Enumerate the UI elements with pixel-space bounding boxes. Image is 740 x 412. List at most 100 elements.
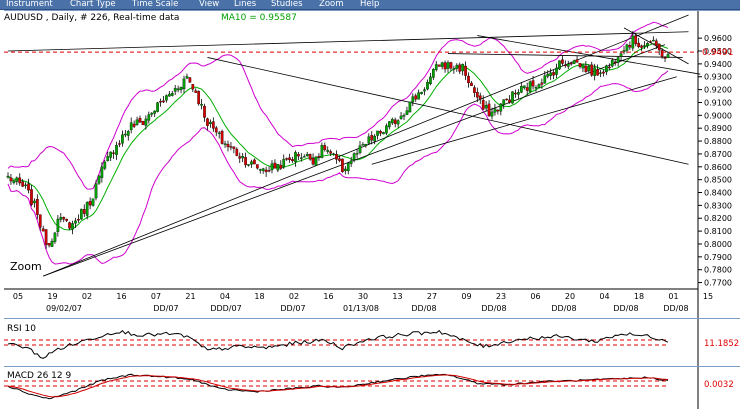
candle-body: [200, 104, 203, 106]
y-tick-label: 0.7800: [704, 266, 732, 275]
candle-body: [517, 92, 520, 95]
candle-body: [522, 85, 526, 89]
macd-chart[interactable]: MACD 26 12 9 0.0032: [4, 367, 740, 409]
menu-lines[interactable]: Lines: [234, 0, 256, 9]
candle-body: [569, 62, 573, 65]
x-day-label: 13: [392, 292, 402, 301]
candle-body: [634, 35, 638, 45]
x-month-label: DD/08: [481, 304, 506, 313]
candle-body: [24, 184, 27, 187]
rsi-chart[interactable]: RSI 10 11.1852: [4, 319, 740, 366]
candle-body: [94, 183, 98, 199]
candle-body: [261, 168, 265, 171]
x-day-label: 05: [13, 292, 23, 301]
candle-body: [47, 243, 51, 246]
candle-body: [449, 62, 453, 69]
price-panel[interactable]: 0.9600 0.9500 0.9400 0.9300 0.9200 0.9100 0.90…: [4, 10, 740, 318]
candle-body: [65, 218, 69, 221]
candle-body: [285, 158, 289, 160]
y-tick-label: 0.8800: [704, 137, 732, 146]
y-tick-label: 0.8100: [704, 227, 732, 236]
candle-body: [660, 50, 664, 57]
candle-body: [121, 134, 124, 144]
candle-body: [429, 76, 432, 85]
candle-body: [250, 161, 253, 165]
candle-body: [575, 59, 579, 63]
candle-body: [297, 153, 300, 157]
candle-body: [185, 76, 189, 79]
candle-body: [323, 145, 327, 150]
candle-body: [15, 177, 19, 182]
candle-body: [68, 222, 71, 229]
y-tick-label: 0.9200: [704, 86, 732, 95]
x-month-label: 01/13/08: [343, 304, 379, 313]
candle-body: [82, 209, 86, 214]
bollinger-lower: [7, 70, 669, 265]
candle-body: [414, 95, 418, 100]
candle-body: [508, 99, 511, 103]
macd-label: MACD 26 12 9: [7, 371, 71, 381]
candle-body: [431, 69, 435, 78]
candle-body: [502, 99, 506, 105]
candle-body: [364, 143, 368, 146]
candle-body: [144, 118, 148, 126]
x-month-label: DD/08: [411, 304, 436, 313]
x-day-label: 07: [151, 292, 161, 301]
macd-panel[interactable]: MACD 26 12 9 0.0032: [4, 366, 740, 409]
candle-body: [247, 164, 250, 166]
candle-body: [514, 92, 517, 95]
candle-body: [402, 115, 406, 117]
candle-body: [138, 117, 142, 123]
candle-body: [294, 152, 297, 162]
y-tick-label: 0.9400: [704, 60, 732, 69]
candle-body: [302, 156, 306, 158]
menu-help[interactable]: Help: [360, 0, 379, 9]
menu-chart-type[interactable]: Chart Type: [70, 0, 116, 9]
price-chart[interactable]: 0.96000.95000.94000.93000.92000.91000.90…: [4, 11, 740, 318]
candle-body: [123, 133, 127, 136]
candle-body: [643, 45, 646, 47]
y-tick-label: 0.8300: [704, 201, 732, 210]
candle-body: [91, 198, 95, 206]
rsi-panel[interactable]: RSI 10 11.1852: [4, 318, 740, 366]
menu-view[interactable]: View: [199, 0, 219, 9]
x-day-label: 23: [496, 292, 506, 301]
candle-body: [258, 169, 262, 171]
menu-zoom[interactable]: Zoom: [319, 0, 344, 9]
candle-body: [35, 198, 39, 215]
candle-body: [411, 96, 415, 103]
candle-body: [197, 90, 201, 105]
candle-body: [558, 60, 561, 70]
candle-body: [461, 64, 465, 72]
menu-time-scale[interactable]: Time Scale: [132, 0, 178, 9]
candle-body: [525, 87, 529, 91]
price-marker-label: 0.9491: [702, 48, 734, 58]
candle-body: [581, 64, 585, 69]
candle-body: [593, 67, 597, 76]
candle-body: [625, 44, 629, 51]
candle-body: [103, 161, 107, 169]
menu-studies[interactable]: Studies: [271, 0, 303, 9]
candle-body: [44, 229, 48, 245]
candle-body: [235, 148, 239, 156]
candle-body: [490, 111, 494, 117]
trend-line[interactable]: [7, 31, 689, 52]
candle-body: [9, 177, 13, 182]
candle-body: [229, 146, 233, 148]
menu-instrument[interactable]: Instrument: [6, 0, 53, 9]
candle-body: [417, 92, 421, 100]
zoom-label[interactable]: Zoom: [10, 260, 42, 273]
candle-body: [217, 132, 221, 134]
x-month-label: DD/08: [663, 304, 688, 313]
trend-line[interactable]: [447, 53, 683, 58]
candle-body: [382, 132, 385, 135]
candle-body: [605, 65, 608, 73]
candle-body: [587, 65, 591, 72]
candle-body: [610, 59, 614, 67]
x-day-label: 16: [116, 292, 126, 301]
candle-body: [493, 108, 497, 113]
candle-body: [346, 162, 350, 172]
candle-body: [546, 73, 550, 77]
candle-body: [291, 159, 294, 162]
candle-body: [255, 164, 259, 169]
